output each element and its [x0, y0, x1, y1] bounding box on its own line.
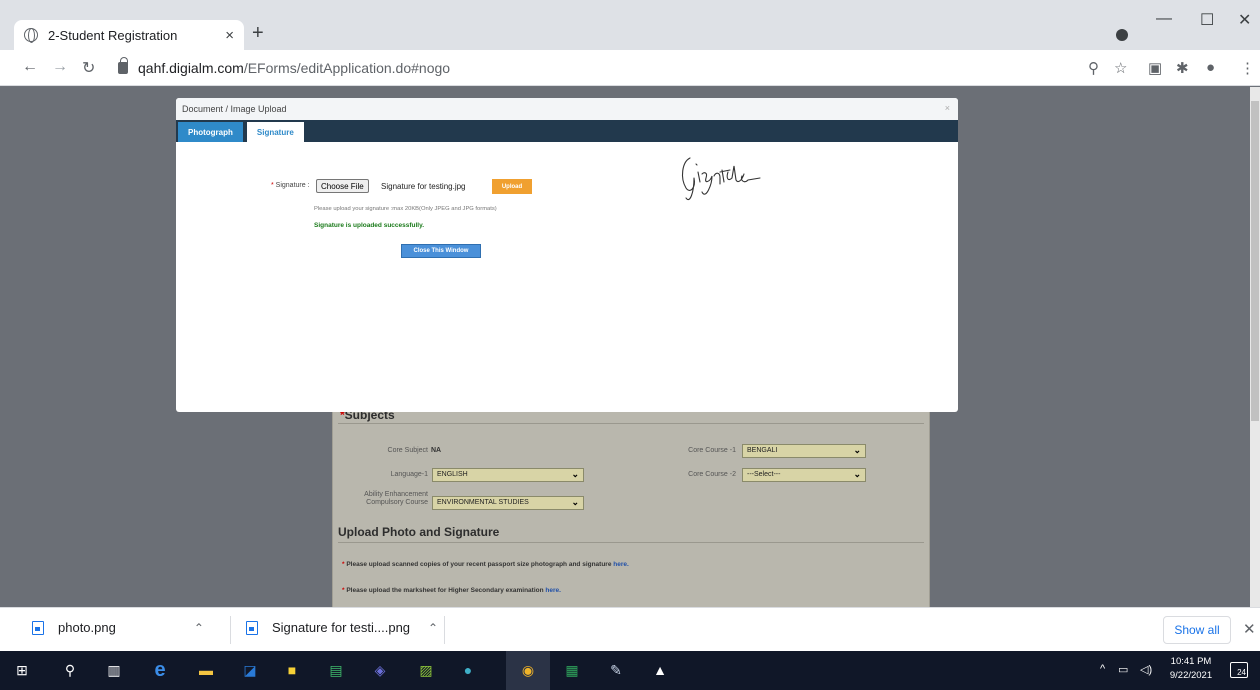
core-subject-value: NA: [431, 447, 442, 454]
aec-select[interactable]: ENVIRONMENTAL STUDIES ⌄: [432, 496, 584, 510]
sticky-notes-icon[interactable]: ■: [282, 660, 302, 680]
chevron-down-icon: ⌄: [853, 445, 861, 455]
selected-file-name: Signature for testing.jpg: [381, 182, 466, 191]
success-message: Signature is uploaded successfully.: [314, 222, 425, 229]
upload-modal: Document / Image Upload × Photograph Sig…: [176, 98, 958, 412]
teams-icon[interactable]: ◈: [370, 660, 390, 680]
clock-date: 9/22/2021: [1169, 670, 1213, 681]
notification-count: 24: [1237, 668, 1246, 677]
modal-title: Document / Image Upload: [176, 98, 958, 120]
download-file-name: photo.png: [58, 620, 116, 635]
photos-icon[interactable]: ▲: [650, 660, 670, 680]
system-clock[interactable]: 10:41 PM 9/22/2021: [1166, 655, 1216, 683]
divider: [230, 616, 231, 644]
image-file-icon: [246, 620, 258, 635]
tab-signature[interactable]: Signature: [246, 122, 304, 142]
windows-taskbar: ⊞ ⚲ ▥ e ▬ ◪ ■ ▤ ◈ ▨ ● ◉ ▦ ✎ ▲ ^ ▭ ◁) 10:…: [0, 651, 1260, 690]
extension-icon[interactable]: ▣: [1148, 59, 1162, 77]
reload-icon[interactable]: ↻: [82, 58, 95, 78]
close-window-button[interactable]: Close This Window: [401, 244, 481, 258]
divider: [444, 616, 445, 644]
chevron-up-icon[interactable]: ⌃: [428, 621, 438, 635]
tab-close-icon[interactable]: ×: [225, 27, 234, 44]
browser-toolbar: ← → ↻ qahf.digialm.com/EForms/editApplic…: [0, 50, 1260, 86]
url-host: qahf.digialm.com: [138, 60, 244, 76]
download-item[interactable]: Signature for testi....png ⌃: [246, 620, 438, 635]
download-item[interactable]: photo.png ⌃: [32, 620, 204, 635]
forward-arrow-icon[interactable]: →: [52, 58, 68, 76]
clock-time: 10:41 PM: [1170, 656, 1212, 667]
scrollbar-thumb[interactable]: [1251, 101, 1259, 421]
marksheet-note: * Please upload the marksheet for Higher…: [342, 587, 561, 594]
task-view-icon[interactable]: ▥: [104, 660, 124, 680]
chevron-down-icon: ⌄: [571, 469, 579, 479]
upload-button[interactable]: Upload: [492, 179, 532, 194]
lock-icon: [118, 57, 128, 74]
here-link[interactable]: here.: [545, 587, 561, 594]
media-control-icon[interactable]: [1116, 29, 1128, 41]
back-arrow-icon[interactable]: ←: [22, 58, 38, 76]
notification-icon[interactable]: 24: [1230, 662, 1248, 678]
choose-file-button[interactable]: Choose File: [316, 179, 369, 193]
core-course1-select[interactable]: BENGALI ⌄: [742, 444, 866, 458]
tray-chevron-icon[interactable]: ^: [1100, 663, 1105, 675]
image-viewer-icon[interactable]: ▨: [416, 660, 436, 680]
paint-icon[interactable]: ✎: [606, 660, 626, 680]
chrome-icon[interactable]: ◉: [518, 660, 538, 680]
browser-tab-bar: 2-Student Registration × + — ☐ ✕: [0, 0, 1260, 50]
minimize-button[interactable]: —: [1156, 10, 1172, 28]
chevron-down-icon: ⌄: [571, 497, 579, 507]
new-tab-button[interactable]: +: [252, 22, 264, 45]
divider: [338, 542, 924, 543]
show-all-button[interactable]: Show all: [1163, 616, 1231, 644]
downloads-bar: photo.png ⌃ Signature for testi....png ⌃…: [0, 607, 1260, 651]
globe-icon: [24, 28, 38, 43]
window-close-button[interactable]: ✕: [1238, 10, 1251, 30]
battery-icon[interactable]: ▭: [1118, 663, 1128, 676]
aec-label: Ability Enhancement Compulsory Course: [364, 491, 428, 506]
tab-title: 2-Student Registration: [48, 27, 178, 43]
modal-tabs: Photograph Signature: [176, 120, 958, 142]
image-file-icon: [32, 620, 44, 635]
upload-section-title: Upload Photo and Signature: [338, 525, 500, 539]
file-explorer-icon[interactable]: ▬: [196, 660, 216, 680]
core-course2-select[interactable]: ---Select--- ⌄: [742, 468, 866, 482]
here-link[interactable]: here.: [613, 561, 629, 568]
profile-icon[interactable]: ●: [1206, 59, 1215, 76]
chevron-down-icon: ⌄: [853, 469, 861, 479]
signature-image: [681, 157, 761, 200]
volume-icon[interactable]: ◁): [1140, 663, 1152, 676]
bookmark-star-icon[interactable]: ☆: [1114, 59, 1127, 77]
address-bar[interactable]: qahf.digialm.com/EForms/editApplication.…: [110, 54, 1110, 82]
url-path: /EForms/editApplication.do#nogo: [243, 60, 451, 76]
divider: [338, 423, 924, 424]
page-scrollbar[interactable]: [1250, 87, 1260, 607]
search-icon[interactable]: ⚲: [60, 660, 80, 680]
puzzle-extensions-icon[interactable]: ✱: [1176, 59, 1189, 77]
download-file-name: Signature for testi....png: [272, 620, 411, 635]
core-subject-label: Core Subject: [387, 447, 428, 454]
core-course1-label: Core Course -1: [688, 447, 736, 454]
menu-kebab-icon[interactable]: ⋮: [1240, 59, 1255, 77]
signature-label: * Signature :: [271, 182, 310, 189]
globe-app-icon[interactable]: ●: [458, 660, 478, 680]
outlook-icon[interactable]: ◪: [240, 660, 260, 680]
document-icon[interactable]: ▤: [326, 660, 346, 680]
upload-hint: Please upload your signature :max 20KB(O…: [314, 206, 497, 212]
upload-note: * Please upload scanned copies of your r…: [342, 561, 629, 568]
chevron-up-icon[interactable]: ⌃: [194, 621, 204, 635]
maximize-button[interactable]: ☐: [1200, 10, 1214, 30]
modal-close-icon[interactable]: ×: [945, 103, 950, 113]
browser-tab[interactable]: 2-Student Registration ×: [14, 20, 244, 50]
downloads-close-icon[interactable]: ✕: [1243, 620, 1256, 638]
language1-label: Language-1: [390, 471, 428, 478]
windows-start-icon[interactable]: ⊞: [12, 660, 32, 680]
language1-select[interactable]: ENGLISH ⌄: [432, 468, 584, 482]
core-course2-label: Core Course -2: [688, 471, 736, 478]
tab-photograph[interactable]: Photograph: [178, 122, 243, 142]
zoom-icon[interactable]: ⚲: [1088, 59, 1099, 77]
excel-icon[interactable]: ▦: [562, 660, 582, 680]
edge-browser-icon[interactable]: e: [150, 659, 170, 681]
